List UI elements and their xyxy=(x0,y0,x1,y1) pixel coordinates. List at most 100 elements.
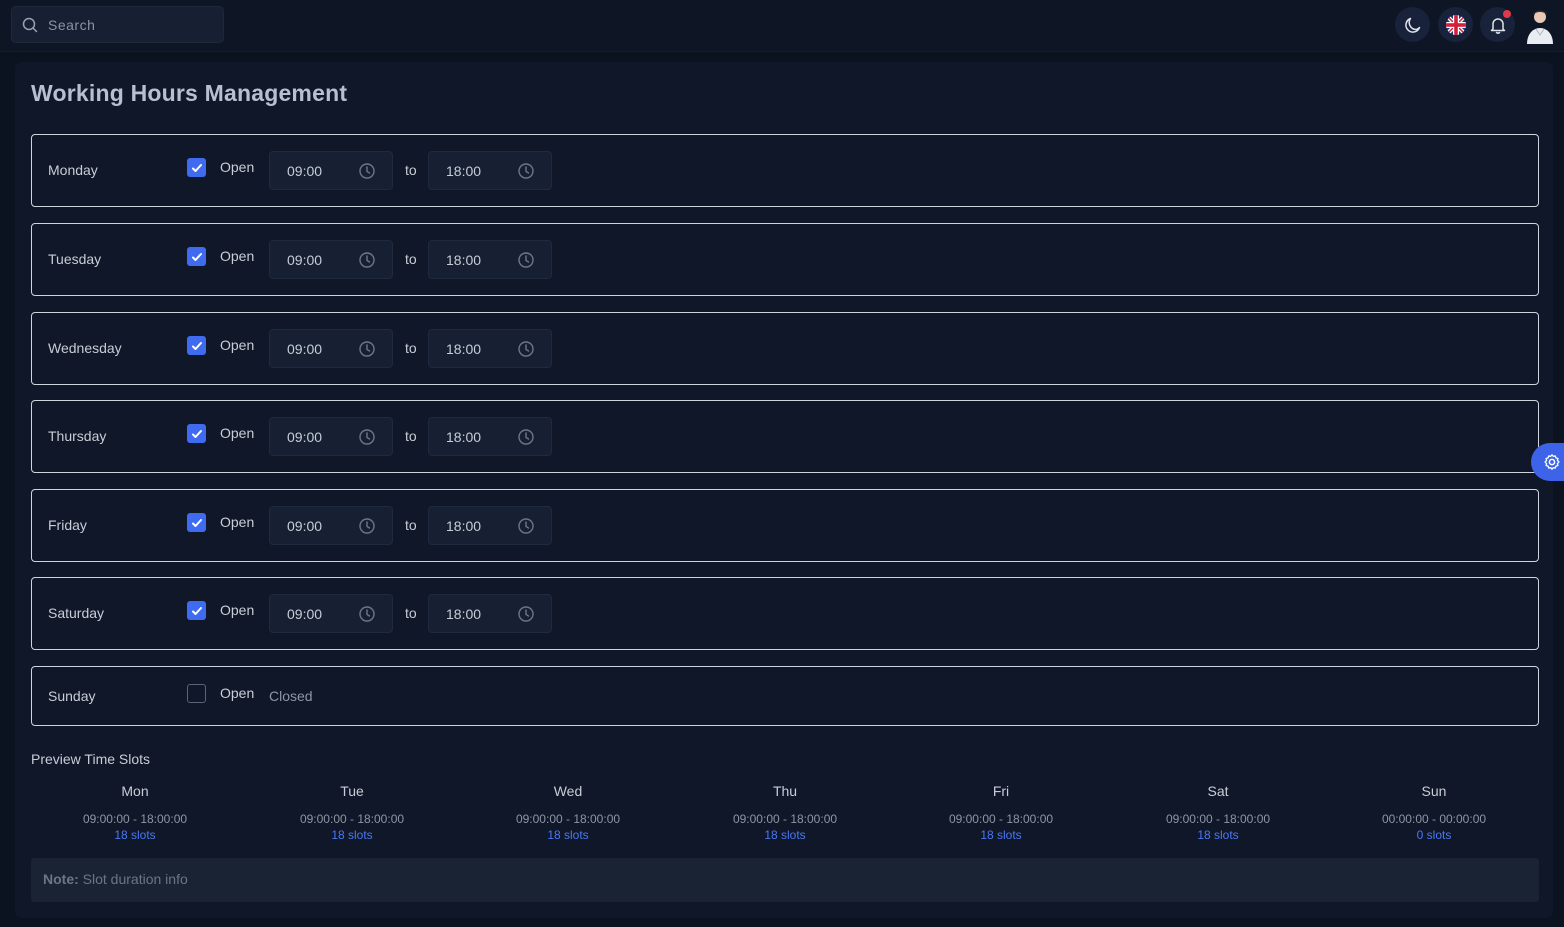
preview-range: 09:00:00 - 18:00:00 xyxy=(82,812,188,826)
preview-slots: 18 slots xyxy=(764,828,806,842)
day-row-monday: Monday Open 09:00 to 18:00 xyxy=(31,134,1539,207)
end-time-input[interactable]: 18:00 xyxy=(428,151,552,190)
preview-slots: 18 slots xyxy=(331,828,373,842)
open-checkbox[interactable] xyxy=(187,158,206,177)
end-time-input[interactable]: 18:00 xyxy=(428,594,552,633)
closed-status: Closed xyxy=(269,688,313,704)
uk-flag-icon xyxy=(1445,14,1466,35)
preview-range: 09:00:00 - 18:00:00 xyxy=(299,812,405,826)
preview-range: 09:00:00 - 18:00:00 xyxy=(948,812,1054,826)
check-icon xyxy=(191,163,202,172)
day-name: Wednesday xyxy=(48,340,122,356)
day-row-tuesday: Tuesday Open 09:00 to 18:00 xyxy=(31,223,1539,296)
preview-range: 09:00:00 - 18:00:00 xyxy=(1165,812,1271,826)
start-time-input[interactable]: 09:00 xyxy=(269,240,393,279)
open-checkbox[interactable] xyxy=(187,336,206,355)
start-time-input[interactable]: 09:00 xyxy=(269,151,393,190)
working-hours-card: Working Hours Management Monday Open 09:… xyxy=(15,62,1553,918)
preview-range: 09:00:00 - 18:00:00 xyxy=(515,812,621,826)
open-label: Open xyxy=(220,248,255,264)
end-time-input[interactable]: 18:00 xyxy=(428,329,552,368)
open-checkbox[interactable] xyxy=(187,424,206,443)
preview-slots: 18 slots xyxy=(547,828,589,842)
preview-slots: 18 slots xyxy=(980,828,1022,842)
clock-icon xyxy=(518,518,534,534)
preview-day: Sat xyxy=(1207,783,1229,799)
preview-column-mon: Mon 09:00:00 - 18:00:00 18 slots xyxy=(27,783,243,842)
end-time-value: 18:00 xyxy=(446,606,482,622)
day-name: Tuesday xyxy=(48,251,102,267)
clock-icon xyxy=(518,341,534,357)
search-input[interactable] xyxy=(48,7,218,42)
clock-icon xyxy=(359,252,375,268)
clock-icon xyxy=(359,606,375,622)
open-checkbox[interactable] xyxy=(187,601,206,620)
open-label: Open xyxy=(220,159,255,175)
note-box: Note: Slot duration info xyxy=(31,858,1539,902)
clock-icon xyxy=(518,252,534,268)
page-title: Working Hours Management xyxy=(31,80,348,106)
top-bar xyxy=(0,0,1564,52)
theme-toggle-button[interactable] xyxy=(1395,7,1430,42)
clock-icon xyxy=(518,429,534,445)
to-label: to xyxy=(405,251,417,267)
check-icon xyxy=(191,252,202,261)
note-text: Slot duration info xyxy=(82,871,188,887)
end-time-value: 18:00 xyxy=(446,163,482,179)
open-label: Open xyxy=(220,685,255,701)
moon-icon xyxy=(1404,17,1420,33)
open-checkbox[interactable] xyxy=(187,247,206,266)
end-time-value: 18:00 xyxy=(446,341,482,357)
end-time-input[interactable]: 18:00 xyxy=(428,506,552,545)
check-icon xyxy=(191,429,202,438)
start-time-value: 09:00 xyxy=(287,606,323,622)
clock-icon xyxy=(359,429,375,445)
search-icon xyxy=(22,17,38,33)
day-row-wednesday: Wednesday Open 09:00 to 18:00 xyxy=(31,312,1539,385)
preview-range: 00:00:00 - 00:00:00 xyxy=(1381,812,1487,826)
open-checkbox[interactable] xyxy=(187,513,206,532)
day-row-friday: Friday Open 09:00 to 18:00 xyxy=(31,489,1539,562)
clock-icon xyxy=(359,163,375,179)
to-label: to xyxy=(405,340,417,356)
start-time-input[interactable]: 09:00 xyxy=(269,506,393,545)
day-name: Thursday xyxy=(48,428,107,444)
start-time-value: 09:00 xyxy=(287,429,323,445)
preview-column-sat: Sat 09:00:00 - 18:00:00 18 slots xyxy=(1110,783,1326,842)
preview-column-thu: Thu 09:00:00 - 18:00:00 18 slots xyxy=(677,783,893,842)
check-icon xyxy=(191,518,202,527)
clock-icon xyxy=(518,606,534,622)
to-label: to xyxy=(405,428,417,444)
notification-dot xyxy=(1503,10,1511,18)
open-checkbox[interactable] xyxy=(187,684,206,703)
preview-column-wed: Wed 09:00:00 - 18:00:00 18 slots xyxy=(460,783,676,842)
end-time-input[interactable]: 18:00 xyxy=(428,240,552,279)
preview-day: Wed xyxy=(553,783,583,799)
start-time-input[interactable]: 09:00 xyxy=(269,417,393,456)
avatar[interactable] xyxy=(1522,6,1558,44)
start-time-input[interactable]: 09:00 xyxy=(269,329,393,368)
notifications-button[interactable] xyxy=(1480,7,1515,42)
start-time-input[interactable]: 09:00 xyxy=(269,594,393,633)
end-time-input[interactable]: 18:00 xyxy=(428,417,552,456)
open-label: Open xyxy=(220,337,255,353)
day-row-sunday: Sunday Open Closed xyxy=(31,666,1539,726)
preview-day: Fri xyxy=(992,783,1010,799)
preview-column-sun: Sun 00:00:00 - 00:00:00 0 slots xyxy=(1326,783,1542,842)
day-row-saturday: Saturday Open 09:00 to 18:00 xyxy=(31,577,1539,650)
search-box[interactable] xyxy=(11,6,224,43)
end-time-value: 18:00 xyxy=(446,518,482,534)
to-label: to xyxy=(405,605,417,621)
preview-column-tue: Tue 09:00:00 - 18:00:00 18 slots xyxy=(244,783,460,842)
to-label: to xyxy=(405,517,417,533)
preview-column-fri: Fri 09:00:00 - 18:00:00 18 slots xyxy=(893,783,1109,842)
settings-drawer-button[interactable] xyxy=(1531,443,1564,481)
start-time-value: 09:00 xyxy=(287,518,323,534)
language-button[interactable] xyxy=(1438,7,1473,42)
note-label: Note: xyxy=(43,871,79,887)
preview-slots: 18 slots xyxy=(1197,828,1239,842)
preview-slots: 0 slots xyxy=(1416,828,1452,842)
start-time-value: 09:00 xyxy=(287,163,323,179)
preview-range: 09:00:00 - 18:00:00 xyxy=(732,812,838,826)
day-name: Friday xyxy=(48,517,87,533)
